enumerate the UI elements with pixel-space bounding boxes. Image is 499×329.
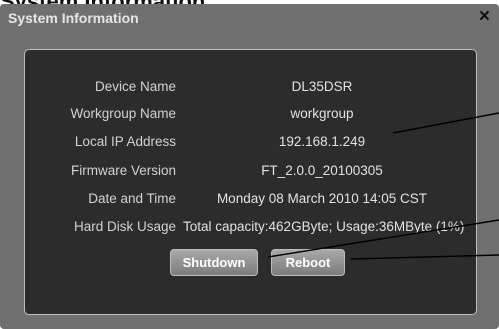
callout-line-shutdown	[267, 219, 499, 258]
callout-line-reboot	[350, 254, 499, 260]
callout-line-info	[392, 112, 499, 134]
callout-lines	[267, 112, 499, 260]
